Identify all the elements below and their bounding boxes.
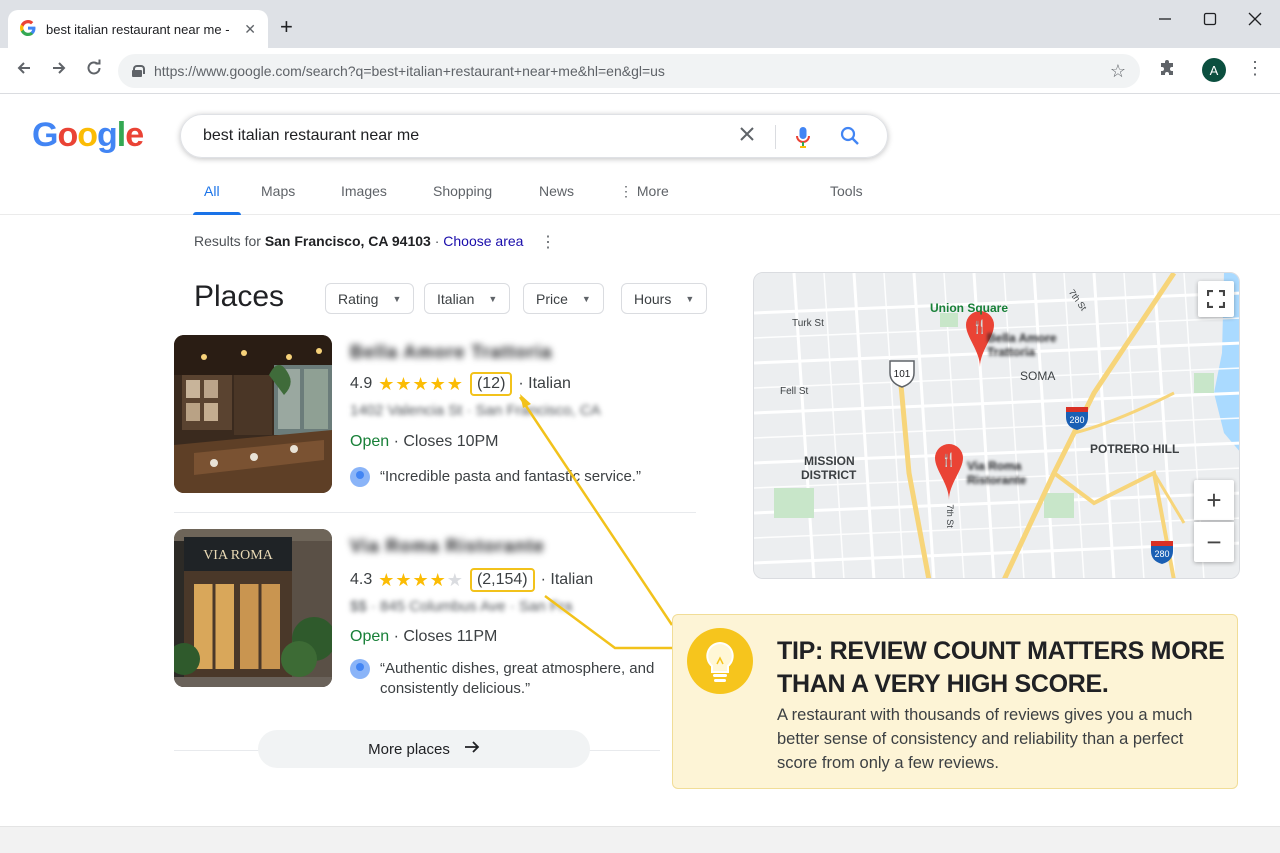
tip-callout: TIP: REVIEW COUNT MATTERS MORE THAN A VE… — [672, 614, 1238, 789]
tip-body: A restaurant with thousands of reviews g… — [777, 706, 1193, 772]
page-footer — [0, 826, 1280, 853]
lightbulb-icon — [687, 628, 753, 694]
tip-title: TIP: REVIEW COUNT MATTERS MORE THAN A VE… — [777, 637, 1225, 698]
